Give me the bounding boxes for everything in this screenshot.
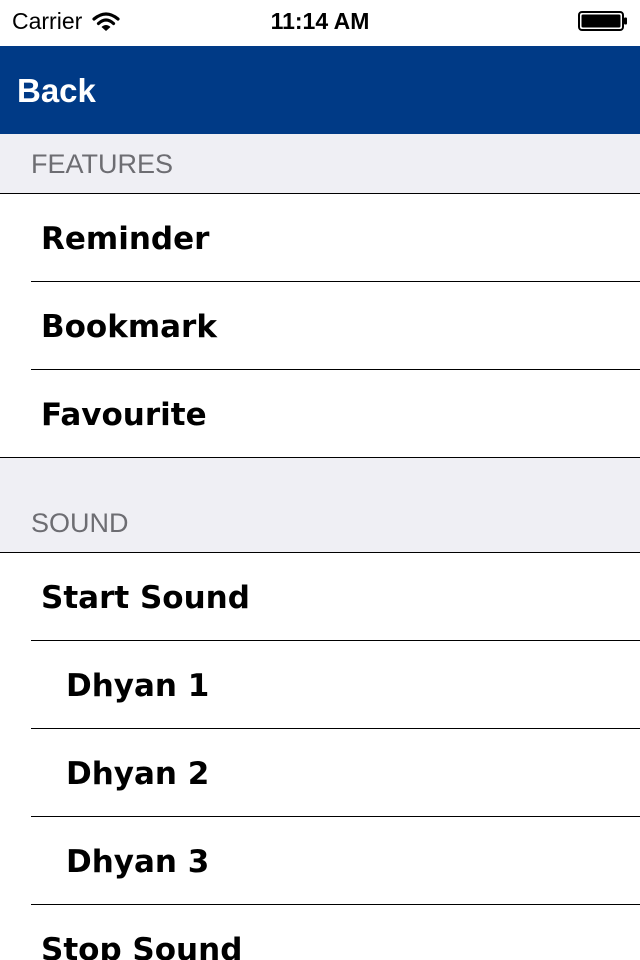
- list-item-start-sound[interactable]: Start Sound: [0, 553, 640, 641]
- list-item-dhyan-3[interactable]: Dhyan 3: [0, 817, 640, 905]
- list-item-label: Stop Sound: [41, 932, 243, 960]
- section-title-sound: SOUND: [31, 508, 129, 538]
- list-item-stop-sound[interactable]: Stop Sound: [0, 905, 640, 960]
- section-title-features: FEATURES: [31, 149, 174, 179]
- section-header-features: FEATURES: [0, 134, 640, 194]
- navigation-bar: Back: [0, 46, 640, 134]
- list-item-favourite[interactable]: Favourite: [0, 370, 640, 458]
- battery-icon: [578, 11, 627, 31]
- list-item-label: Reminder: [41, 221, 210, 257]
- list-item-label: Favourite: [41, 397, 207, 433]
- list-item-dhyan-1[interactable]: Dhyan 1: [0, 641, 640, 729]
- back-button[interactable]: Back: [17, 46, 96, 134]
- list-item-label: Dhyan 1: [66, 668, 210, 704]
- list-item-label: Start Sound: [41, 580, 250, 616]
- list-item-label: Dhyan 3: [66, 844, 210, 880]
- list-item-bookmark[interactable]: Bookmark: [0, 282, 640, 370]
- status-time: 11:14 AM: [270, 8, 370, 34]
- list-item-label: Dhyan 2: [66, 756, 210, 792]
- list-item-label: Bookmark: [41, 309, 217, 345]
- section-header-sound: SOUND: [0, 458, 640, 553]
- list-item-reminder[interactable]: Reminder: [0, 194, 640, 282]
- status-bar: Carrier 11:14 AM: [0, 0, 640, 46]
- list-item-dhyan-2[interactable]: Dhyan 2: [0, 729, 640, 817]
